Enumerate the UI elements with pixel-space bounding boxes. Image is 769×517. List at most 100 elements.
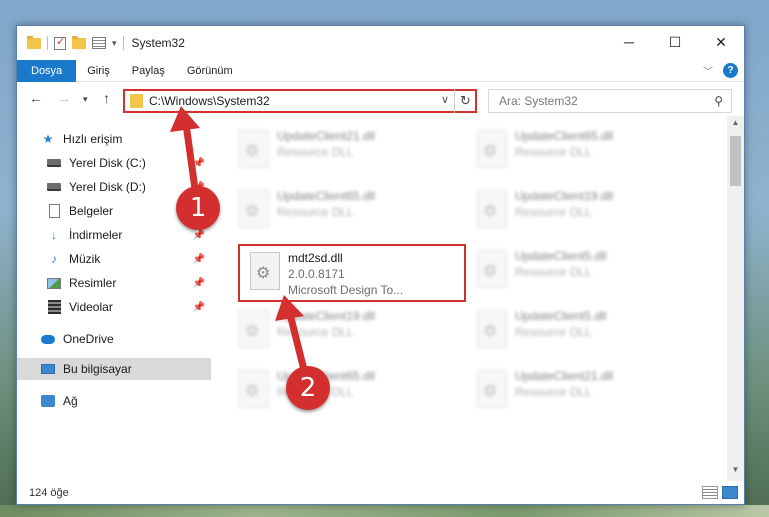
download-icon: ↓	[51, 228, 57, 242]
pin-icon: 📌	[192, 277, 205, 289]
view-properties-icon[interactable]	[92, 37, 106, 49]
address-path[interactable]: C:\Windows\System32	[149, 94, 270, 108]
network-icon	[41, 395, 55, 407]
sidebar-item-label: Belgeler	[69, 204, 114, 218]
recent-locations-icon[interactable]: ▾	[83, 94, 88, 105]
dll-file-icon	[477, 130, 507, 168]
folder-icon[interactable]	[27, 35, 41, 49]
desktop-strip	[0, 505, 769, 517]
search-icon[interactable]: ⚲	[714, 94, 723, 108]
file-tile[interactable]: UpdateClient5.dll Resource DLL	[467, 244, 687, 296]
file-name: mdt2sd.dll	[288, 251, 343, 265]
new-folder-icon[interactable]	[72, 35, 86, 49]
scroll-up-icon[interactable]: ▲	[727, 118, 744, 132]
properties-check-icon[interactable]	[54, 35, 66, 50]
sidebar-item-label: Yerel Disk (C:)	[69, 156, 146, 170]
file-type: Resource DLL	[277, 205, 354, 219]
dll-file-icon	[239, 370, 269, 408]
file-tile[interactable]: UpdateClient19.dll Resource DLL	[229, 304, 449, 356]
ribbon-right-controls: ﹀ ?	[703, 63, 738, 78]
status-bar: 124 öğe	[17, 482, 744, 504]
ribbon-tabs: Dosya Giriş Paylaş Görünüm ﹀ ?	[17, 59, 744, 82]
dll-file-icon	[239, 310, 269, 348]
dll-file-icon	[477, 370, 507, 408]
file-name: UpdateClient65.dll	[277, 189, 376, 203]
file-tile[interactable]: UpdateClient65.dll Resource DLL	[229, 364, 449, 416]
tab-share[interactable]: Paylaş	[121, 60, 176, 82]
file-name: UpdateClient5.dll	[515, 249, 607, 263]
back-arrow-icon[interactable]: ←	[29, 90, 43, 106]
help-icon[interactable]: ?	[723, 63, 738, 78]
file-name: UpdateClient65.dll	[515, 129, 614, 143]
sidebar-item-local-disk-c[interactable]: Yerel Disk (C:) 📌	[17, 152, 211, 174]
sidebar-item-music[interactable]: ♪ Müzik 📌	[17, 248, 211, 270]
maximize-button[interactable]: ☐	[652, 26, 698, 58]
tiles-view-icon[interactable]	[722, 486, 738, 499]
file-name: UpdateClient19.dll	[515, 189, 614, 203]
sidebar-item-label: Müzik	[69, 252, 101, 266]
sidebar-item-downloads[interactable]: ↓ İndirmeler 📌	[17, 224, 211, 246]
step-2-badge: 2	[286, 366, 330, 410]
highlighted-file-tile[interactable]: mdt2sd.dll 2.0.0.8171 Microsoft Design T…	[238, 244, 466, 302]
divider	[47, 36, 48, 50]
tab-home[interactable]: Giriş	[76, 60, 121, 82]
window-title: System32	[131, 36, 185, 50]
details-view-icon[interactable]	[702, 486, 718, 499]
drive-icon	[47, 183, 61, 191]
dll-file-icon	[239, 190, 269, 228]
file-tile[interactable]: UpdateClient21.dll Resource DLL	[467, 364, 687, 416]
file-tile[interactable]: UpdateClient5.dll Resource DLL	[467, 304, 687, 356]
file-tile[interactable]: UpdateClient21.dll Resource DLL	[229, 124, 449, 176]
sidebar-item-this-pc[interactable]: Bu bilgisayar	[17, 358, 211, 380]
file-list: UpdateClient21.dll Resource DLL UpdateCl…	[229, 124, 729, 482]
forward-arrow-icon[interactable]: →	[57, 90, 71, 106]
file-description: Microsoft Design To...	[288, 283, 404, 297]
search-box[interactable]: Ara: System32 ⚲	[488, 89, 732, 113]
music-icon: ♪	[51, 252, 57, 266]
close-button[interactable]: ✕	[698, 26, 744, 58]
computer-icon	[41, 364, 55, 374]
file-type: Resource DLL	[515, 325, 592, 339]
tab-file[interactable]: Dosya	[17, 59, 77, 82]
navigation-pane: ★ Hızlı erişim Yerel Disk (C:) 📌 Yerel D…	[17, 124, 211, 484]
search-placeholder[interactable]: Ara: System32	[499, 94, 578, 108]
qat-dropdown-icon[interactable]: ▾	[112, 38, 117, 49]
title-bar: ▾ System32 ─ ☐ ✕	[17, 26, 744, 60]
minimize-button[interactable]: ─	[606, 26, 652, 58]
up-arrow-icon[interactable]: ↑	[103, 90, 110, 106]
sidebar-item-quick-access[interactable]: ★ Hızlı erişim	[17, 128, 211, 150]
videos-icon	[47, 300, 61, 314]
file-tile[interactable]: UpdateClient65.dll Resource DLL	[229, 184, 449, 236]
caption-buttons: ─ ☐ ✕	[606, 26, 744, 58]
refresh-button[interactable]: ↻	[454, 89, 476, 113]
address-dropdown-icon[interactable]: ∨	[441, 93, 449, 106]
sidebar-item-label: OneDrive	[63, 332, 114, 346]
dll-file-icon	[477, 250, 507, 288]
tab-view[interactable]: Görünüm	[176, 60, 244, 82]
sidebar-item-network[interactable]: Ağ	[17, 390, 211, 412]
sidebar-item-label: Ağ	[63, 394, 78, 408]
sidebar-item-videos[interactable]: Videolar 📌	[17, 296, 211, 318]
file-tile[interactable]: UpdateClient65.dll Resource DLL	[467, 124, 687, 176]
scroll-down-icon[interactable]: ▼	[727, 465, 744, 479]
view-toggle	[702, 486, 738, 499]
sidebar-item-label: Bu bilgisayar	[63, 362, 132, 376]
divider	[122, 36, 124, 50]
file-type: Resource DLL	[515, 205, 592, 219]
document-icon	[48, 204, 60, 218]
sidebar-item-onedrive[interactable]: OneDrive	[17, 328, 211, 350]
file-tile[interactable]: UpdateClient19.dll Resource DLL	[467, 184, 687, 236]
drive-icon	[47, 159, 61, 167]
pictures-icon	[47, 277, 61, 289]
scroll-thumb[interactable]	[730, 136, 741, 186]
vertical-scrollbar[interactable]: ▲ ▼	[727, 116, 744, 481]
sidebar-item-label: Yerel Disk (D:)	[69, 180, 146, 194]
address-bar[interactable]: C:\Windows\System32 ∨	[123, 89, 477, 113]
cloud-icon	[41, 334, 55, 344]
sidebar-item-pictures[interactable]: Resimler 📌	[17, 272, 211, 294]
file-type: Resource DLL	[515, 385, 592, 399]
sidebar-item-label: Resimler	[69, 276, 117, 290]
step-1-badge: 1	[176, 186, 220, 230]
dll-file-icon	[250, 252, 280, 290]
expand-ribbon-icon[interactable]: ﹀	[703, 63, 713, 78]
